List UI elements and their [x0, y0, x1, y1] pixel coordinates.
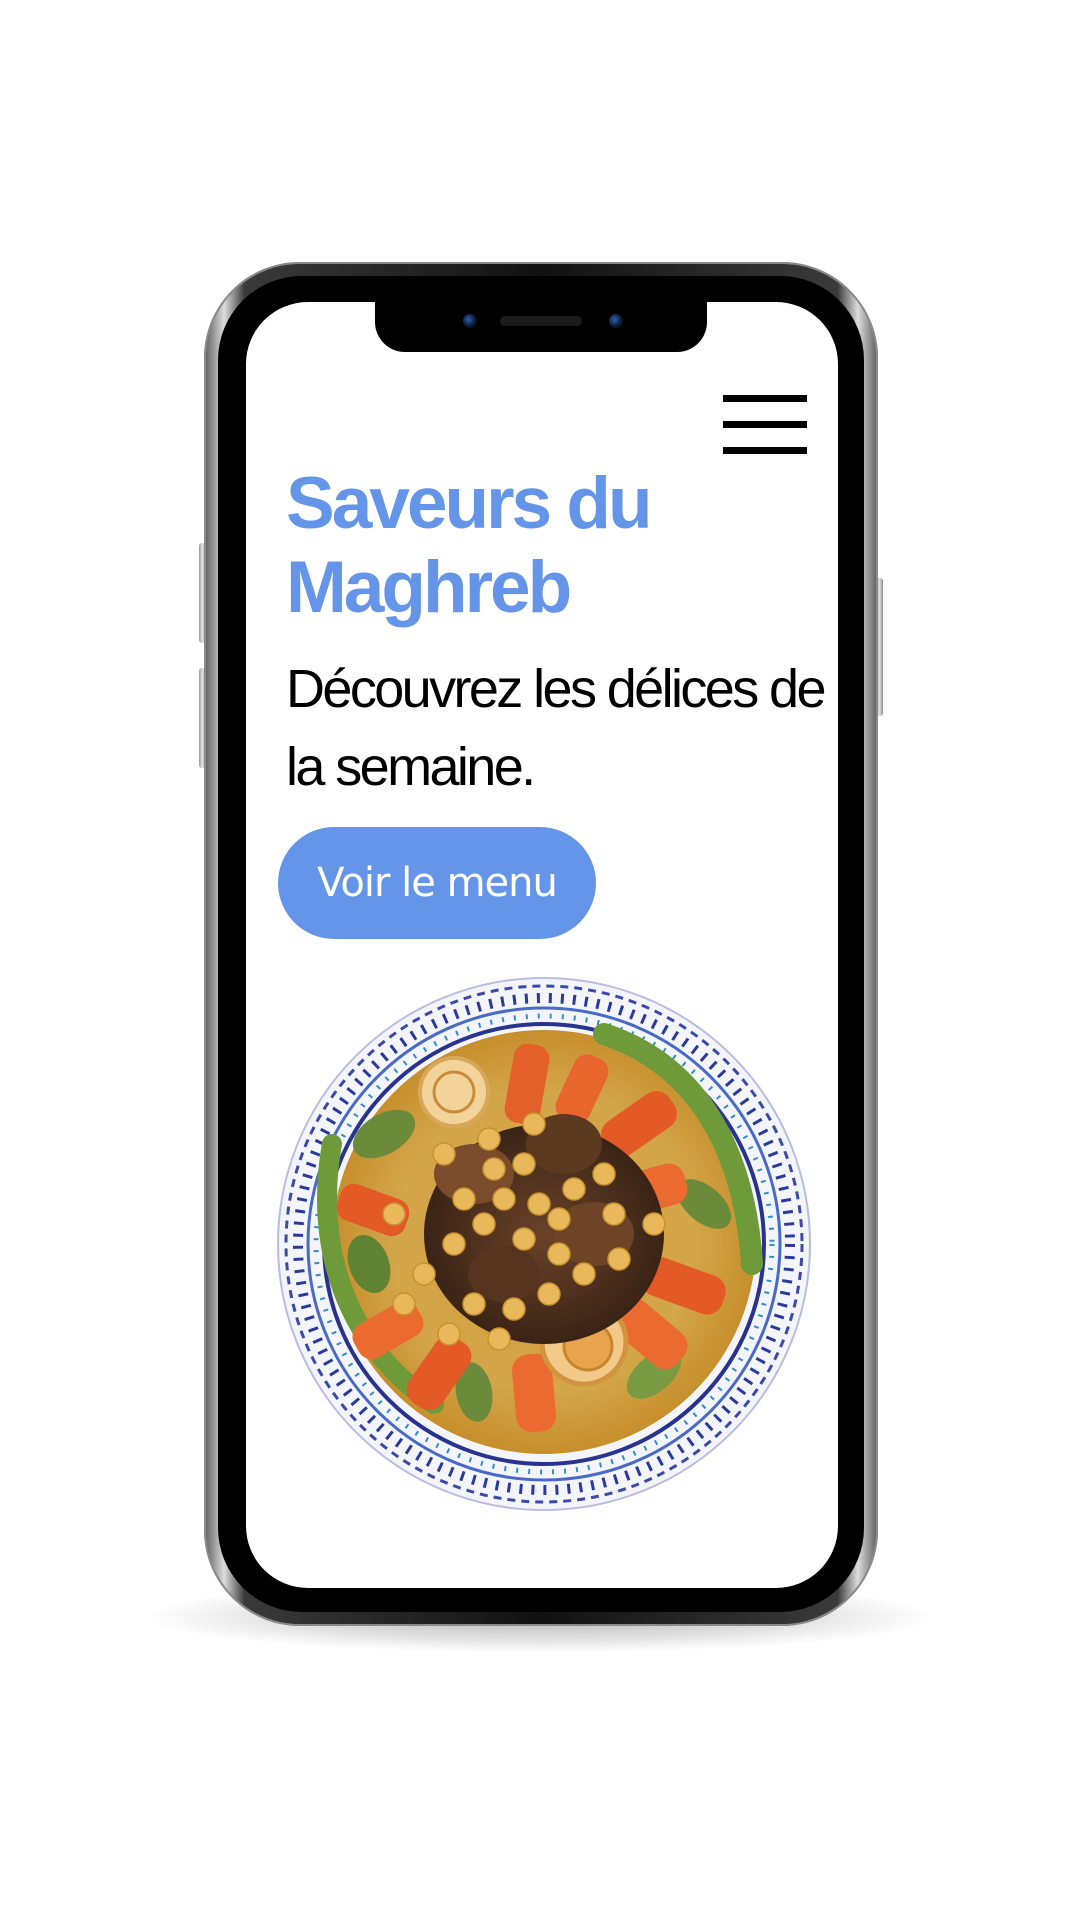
phone-notch: [375, 290, 707, 352]
view-menu-button[interactable]: Voir le menu: [278, 827, 596, 939]
page-tagline: Découvrez les délices de la semaine.: [286, 659, 827, 797]
page-title: Saveurs du Maghreb: [286, 463, 653, 628]
earpiece-speaker: [500, 316, 582, 326]
couscous-plate-image: [277, 977, 811, 1511]
mockup-stage: Saveurs du Maghreb Découvrez les délices…: [0, 0, 1080, 1920]
face-sensor-icon: [609, 314, 623, 328]
hamburger-menu-icon[interactable]: [723, 394, 807, 454]
front-camera-icon: [463, 314, 477, 328]
